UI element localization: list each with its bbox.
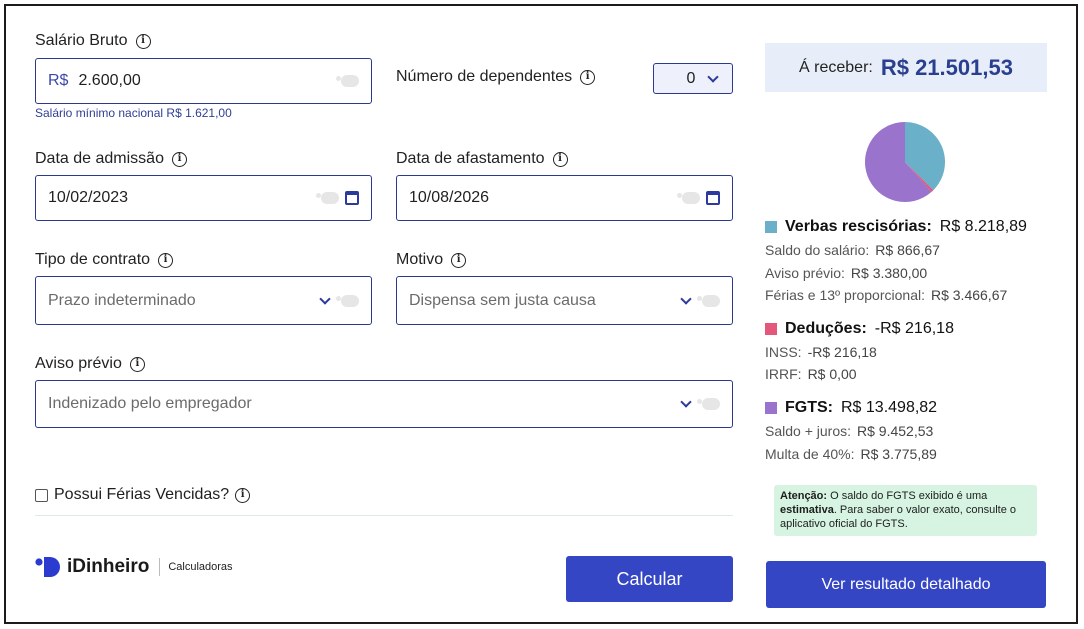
info-icon[interactable]: i [129, 356, 145, 372]
salario-label: Salário Bruto i [35, 32, 151, 50]
receber-value: R$ 21.501,53 [880, 54, 1013, 80]
deducoes-swatch [765, 323, 777, 335]
result-pie-chart [865, 122, 945, 202]
contrato-select[interactable]: Prazo indeterminado [35, 276, 372, 325]
info-icon[interactable]: i [135, 33, 151, 49]
autofill-icon [697, 294, 720, 307]
brand-logo: iDinheiro Calculadoras [35, 556, 233, 578]
motivo-value: Dispensa sem justa causa [409, 291, 596, 309]
calendar-icon[interactable] [345, 191, 359, 205]
info-icon[interactable]: i [580, 69, 596, 85]
info-icon[interactable]: i [158, 252, 174, 268]
autofill-icon [336, 294, 359, 307]
brand-section: Calculadoras [168, 561, 233, 573]
verbas-header: Verbas rescisórias: R$ 8.218,89 [765, 218, 1027, 236]
dependentes-label: Número de dependentes i [396, 68, 596, 86]
calendar-icon[interactable] [706, 191, 720, 205]
aviso-label: Aviso prévio i [35, 355, 145, 373]
idinheiro-logo-icon [35, 557, 60, 577]
info-icon[interactable]: i [451, 252, 467, 268]
verbas-item: Férias e 13º proporcional: R$ 3.466,67 [765, 287, 1008, 303]
verbas-item: Saldo do salário: R$ 866,67 [765, 242, 940, 258]
motivo-label: Motivo i [396, 251, 467, 269]
ferias-vencidas-label: Possui Férias Vencidas? [54, 486, 230, 503]
aviso-select[interactable]: Indenizado pelo empregador [35, 380, 733, 428]
chevron-down-icon [680, 292, 692, 305]
aviso-value: Indenizado pelo empregador [48, 395, 252, 412]
chevron-down-icon [707, 70, 720, 83]
fgts-swatch [765, 402, 777, 414]
dependentes-value: 0 [686, 69, 696, 87]
deducoes-item: INSS: -R$ 216,18 [765, 344, 877, 360]
receber-box: Á receber: R$ 21.501,53 [765, 43, 1047, 92]
ver-resultado-detalhado-button[interactable]: Ver resultado detalhado [766, 561, 1046, 608]
receber-label: Á receber: [799, 58, 873, 76]
salario-input[interactable]: R$ 2.600,00 [35, 58, 372, 104]
divider [35, 515, 733, 516]
chevron-down-icon [319, 292, 331, 305]
contrato-value: Prazo indeterminado [48, 291, 196, 309]
brand-name: iDinheiro [67, 556, 150, 577]
deducoes-item: IRRF: R$ 0,00 [765, 366, 857, 382]
verbas-swatch [765, 221, 777, 233]
salario-value: 2.600,00 [78, 72, 141, 89]
ferias-vencidas-row: Possui Férias Vencidas? i [35, 486, 251, 504]
deducoes-header: Deduções: -R$ 216,18 [765, 320, 954, 338]
autofill-icon [316, 192, 339, 204]
fgts-alert: Atenção: O saldo do FGTS exibido é uma e… [774, 485, 1037, 536]
verbas-item: Aviso prévio: R$ 3.380,00 [765, 265, 928, 281]
salario-hint: Salário mínimo nacional R$ 1.621,00 [35, 106, 232, 120]
afastamento-value: 10/08/2026 [409, 189, 490, 206]
autofill-icon [336, 75, 359, 87]
info-icon[interactable]: i [171, 151, 187, 167]
currency-prefix: R$ [48, 72, 69, 89]
admissao-date-input[interactable]: 10/02/2023 [35, 175, 372, 221]
fgts-header: FGTS: R$ 13.498,82 [765, 399, 937, 417]
motivo-select[interactable]: Dispensa sem justa causa [396, 276, 733, 325]
admissao-label: Data de admissão i [35, 150, 187, 168]
contrato-label: Tipo de contrato i [35, 251, 174, 269]
dependentes-select[interactable]: 0 [653, 63, 733, 94]
chevron-down-icon [680, 396, 692, 408]
afastamento-label: Data de afastamento i [396, 150, 568, 168]
ferias-vencidas-checkbox[interactable] [35, 488, 48, 502]
admissao-value: 10/02/2023 [48, 189, 129, 206]
afastamento-date-input[interactable]: 10/08/2026 [396, 175, 733, 221]
fgts-item: Saldo + juros: R$ 9.452,53 [765, 423, 934, 439]
brand-separator [159, 558, 161, 576]
info-icon[interactable]: i [235, 487, 251, 503]
autofill-icon [697, 398, 720, 410]
autofill-icon [677, 192, 700, 204]
info-icon[interactable]: i [552, 151, 568, 167]
fgts-item: Multa de 40%: R$ 3.775,89 [765, 446, 937, 462]
calcular-button[interactable]: Calcular [566, 556, 733, 602]
